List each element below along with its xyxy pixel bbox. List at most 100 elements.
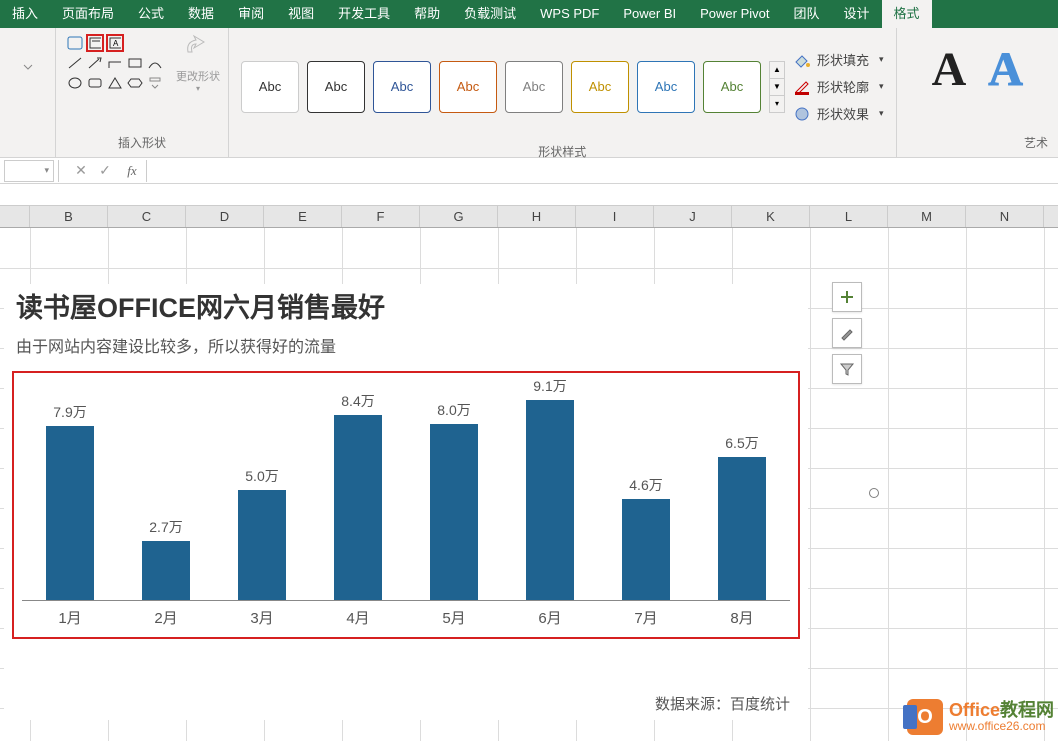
bar-rect[interactable] [142, 541, 190, 600]
bar-rect[interactable] [238, 490, 286, 600]
group-label-wordart: 艺术 [1024, 132, 1050, 153]
bar-6[interactable]: 9.1万 [522, 376, 578, 600]
bar-2[interactable]: 2.7万 [138, 517, 194, 600]
chart-filter-button[interactable] [832, 354, 862, 384]
tab-powerbi[interactable]: Power BI [611, 0, 688, 28]
name-box[interactable]: ▾ [4, 160, 54, 182]
wordart-style-2[interactable]: A [988, 42, 1023, 97]
x-tick-label: 3月 [234, 607, 290, 628]
scroll-up-icon[interactable]: ▲ [770, 62, 784, 79]
bar-3[interactable]: 5.0万 [234, 466, 290, 600]
tab-powerpivot[interactable]: Power Pivot [688, 0, 781, 28]
tab-formulas[interactable]: 公式 [126, 0, 176, 28]
group-insert-shapes: A 更改形状 ▾ 插入形状 [56, 28, 229, 157]
tab-page-layout[interactable]: 页面布局 [50, 0, 126, 28]
style-swatch-8[interactable]: Abc [703, 61, 761, 113]
col-i[interactable]: I [576, 206, 654, 227]
x-tick-label: 4月 [330, 607, 386, 628]
chart-styles-button[interactable] [832, 318, 862, 348]
shape-effects-button[interactable]: 形状效果▾ [793, 104, 884, 123]
chart-object[interactable]: 读书屋OFFICE网六月销售最好 由于网站内容建设比较多，所以获得好的流量 7.… [4, 284, 808, 720]
shape-oval-icon[interactable] [66, 74, 84, 92]
worksheet-grid[interactable]: 读书屋OFFICE网六月销售最好 由于网站内容建设比较多，所以获得好的流量 7.… [0, 228, 1058, 741]
col-e[interactable]: E [264, 206, 342, 227]
bar-1[interactable]: 7.9万 [42, 402, 98, 600]
style-swatch-1[interactable]: Abc [241, 61, 299, 113]
bar-4[interactable]: 8.4万 [330, 391, 386, 600]
shape-rr-icon[interactable] [86, 74, 104, 92]
tab-format[interactable]: 格式 [882, 0, 932, 28]
chart-elements-button[interactable] [832, 282, 862, 312]
col-h[interactable]: H [498, 206, 576, 227]
bar-rect[interactable] [526, 400, 574, 600]
chart-float-buttons [832, 282, 862, 384]
select-all[interactable] [0, 206, 30, 227]
style-swatch-3[interactable]: Abc [373, 61, 431, 113]
funnel-icon [839, 361, 855, 377]
tab-view[interactable]: 视图 [276, 0, 326, 28]
tab-loadtest[interactable]: 负载测试 [452, 0, 528, 28]
bar-rect[interactable] [430, 424, 478, 600]
x-tick-label: 8月 [714, 607, 770, 628]
scroll-down-icon[interactable]: ▼ [770, 79, 784, 96]
chart-title[interactable]: 读书屋OFFICE网六月销售最好 [4, 284, 808, 327]
shape-rect-icon[interactable] [126, 54, 144, 72]
bar-rect[interactable] [622, 499, 670, 600]
style-swatch-4[interactable]: Abc [439, 61, 497, 113]
col-n[interactable]: N [966, 206, 1044, 227]
plot-area[interactable]: 7.9万2.7万5.0万8.4万8.0万9.1万4.6万6.5万 1月2月3月4… [12, 371, 800, 639]
col-k[interactable]: K [732, 206, 810, 227]
col-d[interactable]: D [186, 206, 264, 227]
bar-5[interactable]: 8.0万 [426, 400, 482, 600]
bar-rect[interactable] [718, 457, 766, 600]
style-swatch-7[interactable]: Abc [637, 61, 695, 113]
style-swatch-5[interactable]: Abc [505, 61, 563, 113]
col-m[interactable]: M [888, 206, 966, 227]
bar-8[interactable]: 6.5万 [714, 433, 770, 600]
col-g[interactable]: G [420, 206, 498, 227]
bar-rect[interactable] [334, 415, 382, 600]
wordart-style-1[interactable]: A [932, 42, 967, 97]
dropdown-icon[interactable] [22, 61, 34, 73]
col-j[interactable]: J [654, 206, 732, 227]
expand-gallery-icon[interactable]: ▾ [770, 96, 784, 112]
shape-line-icon[interactable] [66, 54, 84, 72]
col-b[interactable]: B [30, 206, 108, 227]
style-swatch-6[interactable]: Abc [571, 61, 629, 113]
shape-outline-button[interactable]: 形状轮廓▾ [793, 77, 884, 96]
selection-handle-right[interactable] [869, 488, 879, 498]
col-f[interactable]: F [342, 206, 420, 227]
shape-textbox-v-icon[interactable]: A [106, 34, 124, 52]
tab-developer[interactable]: 开发工具 [326, 0, 402, 28]
tab-insert[interactable]: 插入 [0, 0, 50, 28]
bar-7[interactable]: 4.6万 [618, 475, 674, 600]
shape-elbow-icon[interactable] [106, 54, 124, 72]
gallery-more: ▲ ▼ ▾ [769, 61, 785, 113]
bar-rect[interactable] [46, 426, 94, 600]
shape-textbox-h-icon[interactable] [86, 34, 104, 52]
style-swatch-2[interactable]: Abc [307, 61, 365, 113]
enter-icon[interactable]: ✓ [94, 160, 116, 182]
shape-curve-icon[interactable] [146, 54, 164, 72]
col-l[interactable]: L [810, 206, 888, 227]
shapes-grid[interactable]: A [64, 32, 166, 94]
gallery-expand-icon[interactable] [146, 74, 164, 92]
tab-design[interactable]: 设计 [832, 0, 882, 28]
col-c[interactable]: C [108, 206, 186, 227]
tab-wpspdf[interactable]: WPS PDF [528, 0, 611, 28]
shape-options: 形状填充▾ 形状轮廓▾ 形状效果▾ [793, 44, 884, 129]
formula-input[interactable] [147, 160, 1058, 182]
tab-review[interactable]: 审阅 [226, 0, 276, 28]
bar-value-label: 5.0万 [245, 466, 278, 486]
fx-icon[interactable]: fx [118, 160, 140, 182]
shape-rect-rounded-icon[interactable] [66, 34, 84, 52]
tab-data[interactable]: 数据 [176, 0, 226, 28]
shape-arrow-icon[interactable] [86, 54, 104, 72]
shape-triangle-icon[interactable] [106, 74, 124, 92]
chart-subtitle[interactable]: 由于网站内容建设比较多，所以获得好的流量 [4, 327, 808, 367]
shape-fill-button[interactable]: 形状填充▾ [793, 50, 884, 69]
cancel-icon[interactable]: ✕ [70, 160, 92, 182]
tab-help[interactable]: 帮助 [402, 0, 452, 28]
tab-team[interactable]: 团队 [782, 0, 832, 28]
shape-hexagon-icon[interactable] [126, 74, 144, 92]
